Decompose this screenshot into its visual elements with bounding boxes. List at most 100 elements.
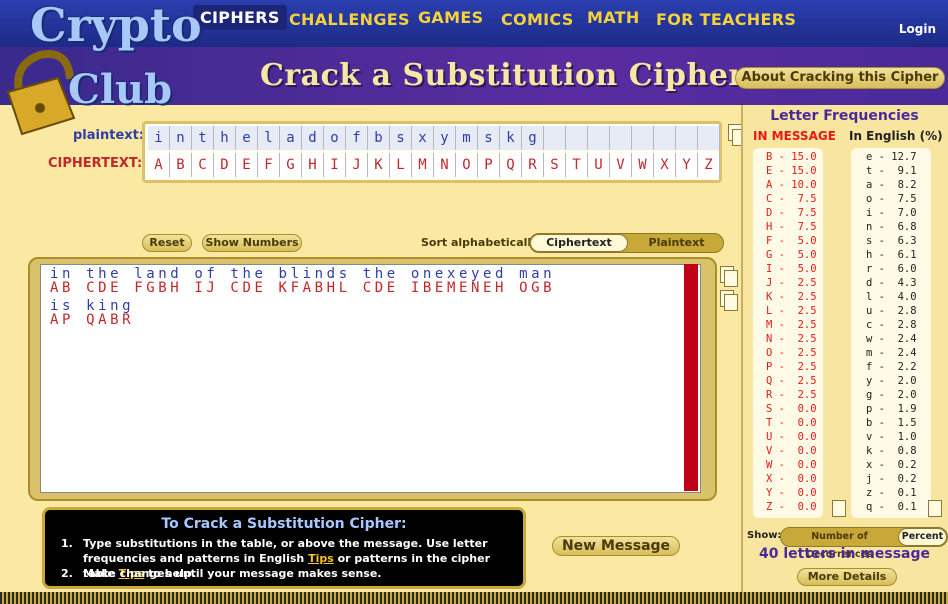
plaintext-cell[interactable] <box>654 126 676 150</box>
plaintext-cell[interactable]: f <box>346 126 368 150</box>
login-link[interactable]: Login <box>899 22 936 36</box>
nav-ciphers[interactable]: CIPHERS <box>193 5 287 30</box>
plaintext-cell[interactable]: s <box>390 126 412 150</box>
page-title: Crack a Substitution Cipher <box>260 58 745 93</box>
message-frequency-row: H - 7.5 <box>766 221 817 233</box>
ciphertext-cell: H <box>302 153 324 177</box>
message-frequency-row: N - 2.5 <box>766 333 817 345</box>
plaintext-cell[interactable]: m <box>456 126 478 150</box>
plaintext-cell[interactable] <box>632 126 654 150</box>
ciphertext-cell: N <box>434 153 456 177</box>
paste-message-icon-back <box>724 294 738 311</box>
message-ciphertext-line: AP QABR <box>50 312 135 328</box>
plaintext-cell[interactable]: g <box>522 126 544 150</box>
plaintext-cell[interactable] <box>698 126 720 150</box>
sort-ciphertext-option[interactable]: Ciphertext <box>530 234 628 252</box>
show-label: Show: <box>747 530 782 541</box>
ciphertext-cell: D <box>214 153 236 177</box>
ciphertext-cell: L <box>390 153 412 177</box>
plaintext-label: plaintext: <box>73 128 145 143</box>
english-frequency-row: o - 7.5 <box>866 193 917 205</box>
nav-challenges[interactable]: CHALLENGES <box>289 10 410 29</box>
plaintext-cell[interactable]: n <box>170 126 192 150</box>
english-frequency-row: x - 0.2 <box>866 459 917 471</box>
message-frequency-row: T - 0.0 <box>766 417 817 429</box>
plaintext-cell[interactable]: l <box>258 126 280 150</box>
substitution-table: iAnBtChDeElFaGdHoIfJbKsLxMyNmOsPkQgRSTUV… <box>142 121 722 183</box>
ciphertext-cell: K <box>368 153 390 177</box>
message-frequency-row: Y - 0.0 <box>766 487 817 499</box>
message-frequency-row: K - 2.5 <box>766 291 817 303</box>
plaintext-cell[interactable]: s <box>478 126 500 150</box>
sort-label: Sort alphabetically: <box>421 236 543 249</box>
english-frequency-row: m - 2.4 <box>866 347 917 359</box>
english-frequency-row: b - 1.5 <box>866 417 917 429</box>
in-message-header: IN MESSAGE <box>753 129 836 143</box>
crypto-club-logo[interactable]: Crypto Club <box>0 0 202 140</box>
ciphertext-cell: X <box>654 153 676 177</box>
plaintext-cell[interactable]: t <box>192 126 214 150</box>
message-frequency-row: F - 5.0 <box>766 235 817 247</box>
plaintext-cell[interactable]: i <box>148 126 170 150</box>
message-frequency-row: C - 7.5 <box>766 193 817 205</box>
english-frequency-row: p - 1.9 <box>866 403 917 415</box>
ciphertext-cell: Y <box>676 153 698 177</box>
message-frequency-row: X - 0.0 <box>766 473 817 485</box>
english-frequency-row: z - 0.1 <box>866 487 917 499</box>
new-message-button[interactable]: New Message <box>552 536 680 556</box>
plaintext-cell[interactable] <box>566 126 588 150</box>
show-number-option[interactable]: Number of Occurrences <box>781 528 898 560</box>
english-frequency-row: v - 1.0 <box>866 431 917 443</box>
plaintext-cell[interactable] <box>544 126 566 150</box>
ciphertext-cell: M <box>412 153 434 177</box>
sort-toggle: Ciphertext Plaintext <box>529 233 724 253</box>
reset-button[interactable]: Reset <box>142 234 192 252</box>
plaintext-cell[interactable]: a <box>280 126 302 150</box>
plaintext-cell[interactable]: x <box>412 126 434 150</box>
copy-frequency-icon[interactable] <box>832 500 846 517</box>
ciphertext-cell: I <box>324 153 346 177</box>
show-numbers-button[interactable]: Show Numbers <box>202 234 302 252</box>
english-frequency-row: l - 4.0 <box>866 291 917 303</box>
english-frequency-row: g - 2.0 <box>866 389 917 401</box>
message-box[interactable]: in the land of the blinds the onexeyed m… <box>40 264 701 493</box>
bottom-border <box>0 592 948 604</box>
english-frequency-row: c - 2.8 <box>866 319 917 331</box>
plaintext-cell[interactable] <box>610 126 632 150</box>
show-percent-option[interactable]: Percent <box>898 528 947 546</box>
message-frequency-row: R - 2.5 <box>766 389 817 401</box>
about-cracking-button[interactable]: About Cracking this Cipher <box>735 67 945 89</box>
sort-plaintext-option[interactable]: Plaintext <box>630 234 723 252</box>
nav-comics[interactable]: COMICS <box>501 10 574 29</box>
plaintext-cell[interactable]: k <box>500 126 522 150</box>
more-details-button[interactable]: More Details <box>797 568 897 586</box>
logo-text-club: Club <box>68 66 173 113</box>
plaintext-cell[interactable]: y <box>434 126 456 150</box>
ciphertext-cell: E <box>236 153 258 177</box>
message-scrollbar[interactable] <box>684 264 698 491</box>
plaintext-cell[interactable] <box>676 126 698 150</box>
plaintext-cell[interactable]: d <box>302 126 324 150</box>
message-frequency-row: O - 2.5 <box>766 347 817 359</box>
ciphertext-cell: G <box>280 153 302 177</box>
step-number: 1. <box>61 537 73 550</box>
tips-link[interactable]: Tips <box>308 552 334 565</box>
english-frequency-row: y - 2.0 <box>866 375 917 387</box>
plaintext-cell[interactable]: o <box>324 126 346 150</box>
ciphertext-cell: W <box>632 153 654 177</box>
ciphertext-cell: R <box>522 153 544 177</box>
ciphertext-cell: J <box>346 153 368 177</box>
plaintext-cell[interactable]: h <box>214 126 236 150</box>
plaintext-cell[interactable]: e <box>236 126 258 150</box>
english-frequency-row: s - 6.3 <box>866 235 917 247</box>
nav-math[interactable]: MATH <box>587 8 640 27</box>
copy-english-frequency-icon[interactable] <box>928 500 942 517</box>
plaintext-cell[interactable]: b <box>368 126 390 150</box>
message-frequency-row: M - 2.5 <box>766 319 817 331</box>
message-frequency-row: E - 15.0 <box>766 165 817 177</box>
nav-for-teachers[interactable]: FOR TEACHERS <box>656 10 796 29</box>
plaintext-cell[interactable] <box>588 126 610 150</box>
english-frequency-row: a - 8.2 <box>866 179 917 191</box>
ciphertext-cell: C <box>192 153 214 177</box>
nav-games[interactable]: GAMES <box>418 8 483 27</box>
